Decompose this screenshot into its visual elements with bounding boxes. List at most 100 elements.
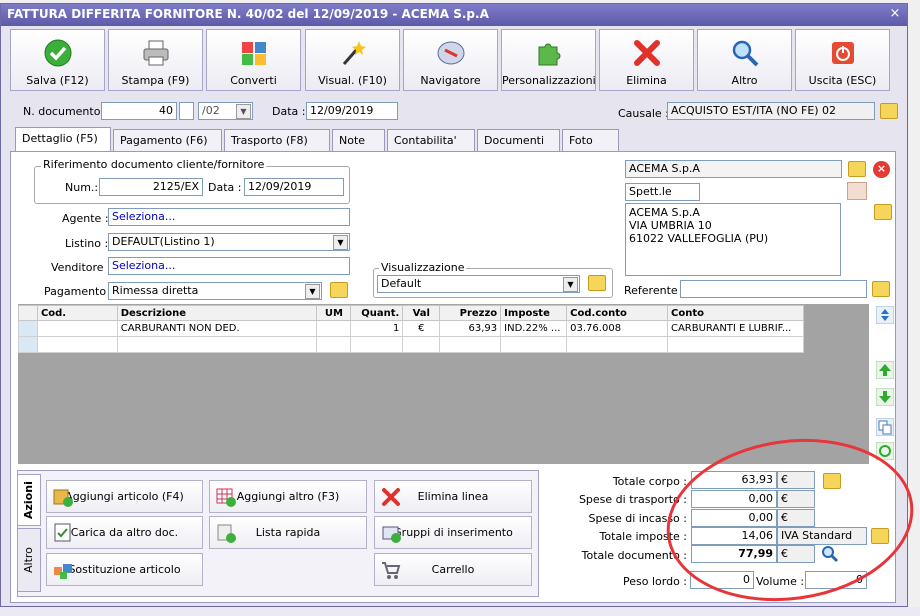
cell-quant[interactable]: 1 (350, 320, 404, 337)
tab-trasporto[interactable]: Trasporto (F8) (224, 129, 330, 151)
quick-list-icon (217, 524, 236, 543)
magnifier-icon (732, 40, 758, 67)
col-prezzo[interactable]: Prezzo (439, 305, 502, 321)
cell-empty[interactable] (350, 336, 404, 353)
cell-empty[interactable] (116, 336, 318, 353)
chevron-down-icon[interactable]: ▼ (333, 235, 348, 250)
printer-icon (143, 40, 168, 66)
contact-icon[interactable] (847, 182, 867, 200)
tab-documenti[interactable]: Documenti (477, 129, 560, 151)
cell-empty[interactable] (439, 336, 502, 353)
quick-list-button[interactable]: Lista rapida (209, 516, 367, 549)
table-row[interactable] (18, 336, 805, 353)
load-from-doc-button[interactable]: Carica da altro doc. (46, 516, 203, 549)
cell-val[interactable]: € (402, 320, 441, 337)
causale-field[interactable]: ACQUISTO EST/ITA (NO FE) 02 (667, 102, 875, 120)
convert-button[interactable]: Converti (206, 29, 301, 91)
cell-conto[interactable]: CARBURANTI E LUBRIF... (666, 320, 805, 337)
col-quant[interactable]: Quant. (350, 305, 404, 321)
group-insert-icon (382, 526, 401, 543)
visual-button[interactable]: Visual. (F10) (305, 29, 400, 91)
customize-button[interactable]: Personalizzazioni (501, 29, 596, 91)
compass-icon (437, 41, 464, 65)
folder-icon[interactable] (872, 281, 890, 297)
tab-note[interactable]: Note (332, 129, 385, 151)
grid-header-row: Cod. Descrizione UM Quant. Val Prezzo Im… (18, 305, 805, 321)
col-cod[interactable]: Cod. (36, 305, 118, 321)
delete-button[interactable]: Elimina (599, 29, 694, 91)
doc-number-field[interactable]: 40 (101, 102, 177, 120)
cell-empty[interactable] (36, 336, 118, 353)
cart-button[interactable]: Carrello (374, 553, 532, 586)
folder-icon[interactable] (330, 282, 348, 298)
cell-empty[interactable] (402, 336, 441, 353)
chevron-down-icon[interactable]: ▼ (305, 284, 320, 299)
arrow-down-icon[interactable] (876, 388, 894, 406)
folder-icon[interactable] (848, 161, 866, 177)
cell-codconto[interactable]: 03.76.008 (566, 320, 668, 337)
table-row[interactable]: CARBURANTI NON DED. 1 € 63,93 IND.22% ..… (18, 320, 805, 337)
delete-line-button[interactable]: Elimina linea (374, 480, 532, 513)
cell-empty[interactable] (500, 336, 568, 353)
chevron-down-icon[interactable]: ▼ (236, 104, 251, 119)
tab-contabilita[interactable]: Contabilita' (387, 129, 475, 151)
cell-empty[interactable] (566, 336, 668, 353)
chevron-down-icon[interactable]: ▼ (563, 277, 578, 292)
salutation-field[interactable]: Spett.le (625, 183, 700, 201)
insert-groups-button[interactable]: Gruppi di inserimento (374, 516, 532, 549)
copy-icon[interactable] (876, 418, 894, 436)
ref-date-field[interactable]: 12/09/2019 (244, 178, 344, 196)
cell-empty[interactable] (666, 336, 805, 353)
col-conto[interactable]: Conto (666, 305, 805, 321)
cell-empty[interactable] (316, 336, 352, 353)
cell-descrizione[interactable]: CARBURANTI NON DED. (116, 320, 318, 337)
replace-article-button[interactable]: Sostituzione articolo (46, 553, 203, 586)
tab-pagamento[interactable]: Pagamento (F6) (113, 129, 222, 151)
add-other-button[interactable]: Aggiungi altro (F3) (209, 480, 367, 513)
cell-prezzo[interactable]: 63,93 (439, 320, 502, 337)
doc-number-label: N. documento : (23, 105, 108, 118)
add-article-button[interactable]: Aggiungi articolo (F4) (46, 480, 203, 513)
side-tab-azioni[interactable]: Azioni (17, 474, 41, 526)
folder-icon[interactable] (874, 204, 892, 220)
folder-icon[interactable] (880, 103, 898, 119)
move-top-icon[interactable] (876, 306, 894, 324)
cell-imposte[interactable]: IND.22% ... (500, 320, 568, 337)
seller-field[interactable]: Seleziona... (108, 257, 350, 275)
folder-icon[interactable] (588, 275, 606, 291)
total-document-label: Totale documento : (581, 549, 687, 562)
close-icon[interactable]: × (887, 6, 903, 22)
row-selector[interactable] (18, 320, 38, 337)
arrow-up-icon[interactable] (876, 361, 894, 379)
row-selector[interactable] (18, 336, 38, 353)
navigator-button[interactable]: Navigatore (403, 29, 498, 91)
supplier-name-field[interactable]: ACEMA S.p.A (625, 160, 842, 178)
agent-field[interactable]: Seleziona... (108, 208, 350, 226)
print-button[interactable]: Stampa (F9) (108, 29, 203, 91)
date-field[interactable]: 12/09/2019 (306, 102, 398, 120)
address-box[interactable]: ACEMA S.p.A VIA UMBRIA 10 61022 VALLEFOG… (625, 203, 841, 276)
more-button[interactable]: Altro (697, 29, 792, 91)
pricelist-select[interactable]: DEFAULT(Listino 1) ▼ (108, 233, 350, 251)
total-body-label: Totale corpo : (612, 475, 687, 488)
ref-num-field[interactable]: 2125/EX (99, 178, 203, 196)
doc-number-extra[interactable] (179, 102, 194, 120)
col-val[interactable]: Val (402, 305, 441, 321)
col-imposte[interactable]: Imposte (500, 305, 568, 321)
col-um[interactable]: UM (316, 305, 352, 321)
col-codconto[interactable]: Cod.conto (566, 305, 668, 321)
referent-field[interactable] (680, 280, 867, 298)
remove-supplier-icon[interactable]: × (873, 161, 890, 178)
cell-cod[interactable] (36, 320, 118, 337)
side-tab-altro[interactable]: Altro (17, 528, 41, 592)
save-button[interactable]: Salva (F12) (10, 29, 105, 91)
payment-select[interactable]: Rimessa diretta ▼ (108, 282, 322, 300)
exit-button[interactable]: Uscita (ESC) (795, 29, 890, 91)
tab-dettaglio[interactable]: Dettaglio (F5) (15, 127, 111, 152)
tab-foto[interactable]: Foto (562, 129, 619, 151)
puzzle-icon (538, 43, 560, 66)
view-select[interactable]: Default ▼ (377, 275, 580, 293)
doc-suffix-select[interactable]: /02 ▼ (198, 102, 253, 120)
col-descrizione[interactable]: Descrizione (116, 305, 318, 321)
cell-um[interactable] (316, 320, 352, 337)
